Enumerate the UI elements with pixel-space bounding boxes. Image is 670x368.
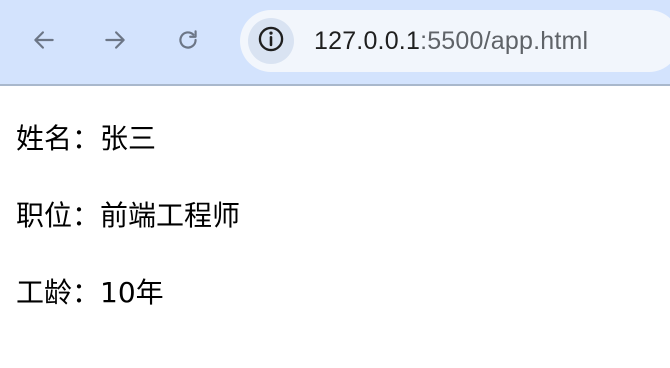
site-info-button[interactable] [248, 18, 294, 64]
arrow-left-icon [31, 27, 57, 53]
page-content: 姓名：张三 职位：前端工程师 工龄：10年 [16, 120, 240, 351]
url-host: 127.0.0.1 [314, 27, 421, 55]
reload-icon [175, 27, 201, 53]
arrow-right-icon [102, 27, 128, 53]
employee-position: 职位：前端工程师 [16, 199, 241, 232]
address-bar[interactable]: 127.0.0.1:5500/app.html [240, 10, 670, 72]
url-text[interactable]: 127.0.0.1:5500/app.html [314, 25, 588, 57]
employee-years: 工龄：10年 [16, 276, 164, 309]
url-path: :5500/app.html [420, 27, 589, 55]
reload-button[interactable] [171, 23, 205, 57]
back-button[interactable] [27, 23, 61, 57]
forward-button[interactable] [98, 23, 132, 57]
browser-toolbar: 127.0.0.1:5500/app.html [0, 0, 670, 86]
info-circle-icon [257, 25, 285, 57]
employee-name: 姓名：张三 [16, 122, 157, 155]
